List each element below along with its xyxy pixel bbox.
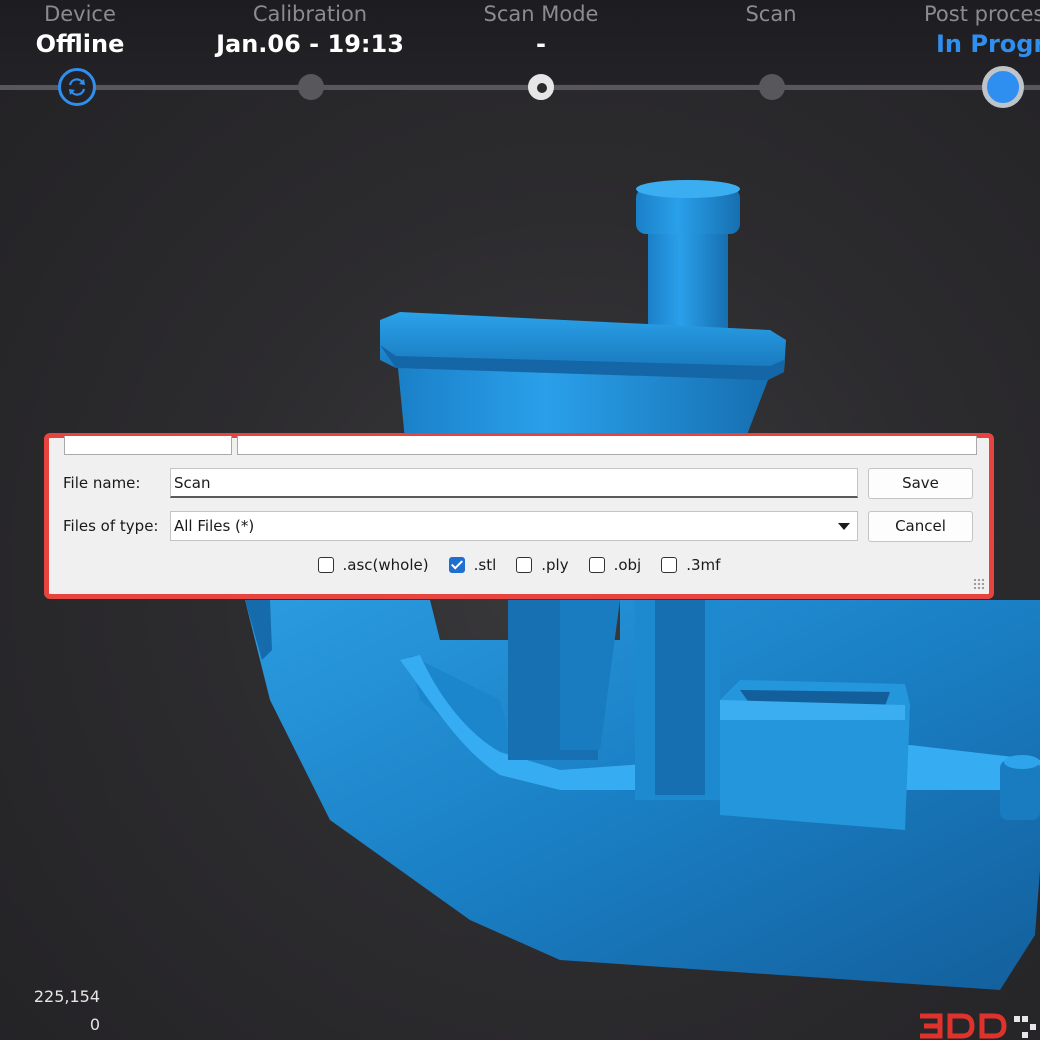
file-name-label: File name: (63, 474, 141, 492)
resize-grip-icon[interactable] (973, 578, 985, 590)
format-options: .asc(whole) .stl .ply .obj .3mf (49, 556, 989, 574)
save-button[interactable]: Save (868, 468, 973, 499)
format-label: .stl (473, 556, 497, 574)
dropdown-arrow-icon[interactable] (838, 523, 850, 530)
checkbox-icon[interactable] (588, 557, 605, 573)
format-label: .asc(whole) (342, 556, 429, 574)
file-name-input[interactable]: Scan (170, 468, 858, 498)
save-file-dialog: File name: Scan Save Files of type: All … (44, 433, 994, 599)
secondary-count: 0 (89, 1015, 100, 1034)
dialog-upper-field[interactable] (237, 436, 977, 455)
checkbox-icon[interactable] (516, 557, 533, 573)
format-option-asc[interactable]: .asc(whole) (317, 556, 429, 574)
file-type-label: Files of type: (63, 517, 159, 535)
checkbox-checked-icon[interactable] (448, 557, 465, 573)
dialog-upper-field[interactable] (64, 436, 232, 455)
watermark-logo (918, 1002, 1040, 1040)
checkbox-icon[interactable] (661, 557, 678, 573)
format-option-ply[interactable]: .ply (516, 556, 569, 574)
format-label: .ply (541, 556, 569, 574)
file-type-value: All Files (*) (174, 517, 255, 535)
format-option-3mf[interactable]: .3mf (661, 556, 720, 574)
format-label: .3mf (686, 556, 721, 574)
format-option-obj[interactable]: .obj (588, 556, 642, 574)
point-count: 225,154 (33, 987, 100, 1006)
format-label: .obj (613, 556, 642, 574)
checkbox-icon[interactable] (317, 557, 334, 573)
cancel-button[interactable]: Cancel (868, 511, 973, 542)
format-option-stl[interactable]: .stl (448, 556, 497, 574)
file-type-select[interactable]: All Files (*) (170, 511, 858, 541)
